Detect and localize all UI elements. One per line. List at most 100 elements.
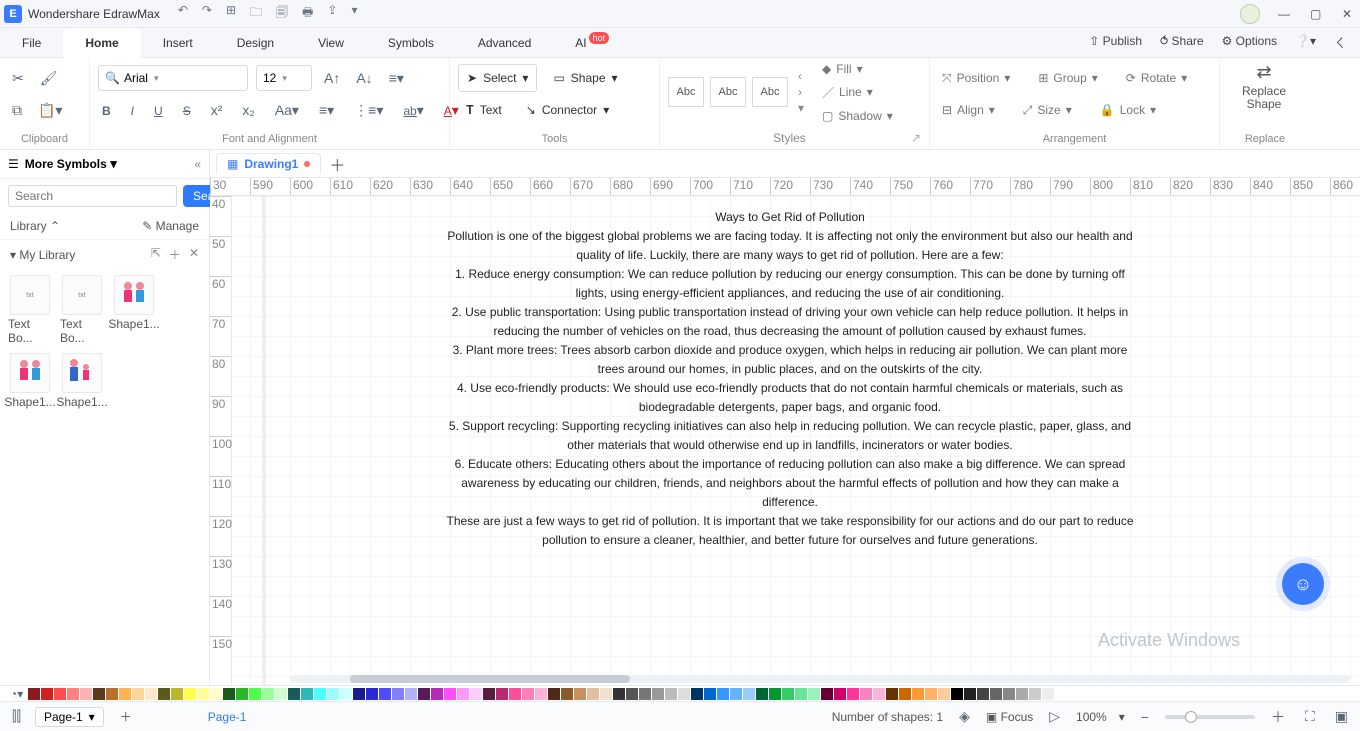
color-swatch[interactable] [704,688,716,700]
color-swatch[interactable] [990,688,1002,700]
lib-item-text2[interactable]: txtText Bo... [60,275,104,345]
subscript-icon[interactable]: x₂ [238,100,258,120]
collapse-ribbon-icon[interactable]: ㄑ [1334,34,1346,51]
color-swatch[interactable] [938,688,950,700]
color-swatch[interactable] [743,688,755,700]
color-swatch[interactable] [821,688,833,700]
tab-home[interactable]: Home [63,28,140,58]
style-more-icon[interactable]: ▾ [798,101,804,115]
tab-advanced[interactable]: Advanced [456,28,553,58]
color-swatch[interactable] [314,688,326,700]
size-button[interactable]: ⤢ Size▾ [1019,101,1076,120]
color-swatch[interactable] [210,688,222,700]
lib-add-icon[interactable]: ＋ [169,246,181,263]
open-icon[interactable]: 🗀 [250,3,262,24]
color-swatch[interactable] [288,688,300,700]
color-swatch[interactable] [106,688,118,700]
color-swatch[interactable] [93,688,105,700]
color-swatch[interactable] [41,688,53,700]
color-swatch[interactable] [392,688,404,700]
avatar[interactable] [1240,4,1260,24]
color-swatch[interactable] [626,688,638,700]
zoom-out-icon[interactable]: − [1137,707,1153,727]
color-swatch[interactable] [613,688,625,700]
active-page-label[interactable]: Page-1 [208,710,247,724]
color-swatch[interactable] [964,688,976,700]
maximize-button[interactable]: ▢ [1310,7,1324,21]
color-swatch[interactable] [54,688,66,700]
help-icon[interactable]: ❔▾ [1295,34,1316,51]
case-icon[interactable]: Aa▾ [271,100,303,121]
color-swatch[interactable] [80,688,92,700]
symbol-search-input[interactable] [8,185,177,207]
shadow-button[interactable]: ▢ Shadow▾ [818,107,897,125]
add-page-button[interactable]: ＋ [114,708,138,725]
lib-export-icon[interactable]: ⇱ [151,246,161,263]
save-icon[interactable]: 🗐 [276,3,288,24]
format-painter-icon[interactable]: 🖌 [36,68,62,89]
cut-icon[interactable]: ✂ [8,68,28,89]
canvas[interactable]: 405060708090100110120130140150 Ways to G… [210,196,1360,685]
select-tool[interactable]: ➤ Select ▾ [458,64,537,92]
color-swatch[interactable] [119,688,131,700]
color-swatch[interactable] [600,688,612,700]
sidebar-collapse-icon[interactable]: « [194,157,201,171]
color-swatch[interactable] [496,688,508,700]
color-swatch[interactable] [951,688,963,700]
position-button[interactable]: ⤧ Position▾ [938,69,1014,88]
layers-icon[interactable]: ◈ [955,706,974,727]
color-swatch[interactable] [327,688,339,700]
color-swatch[interactable] [366,688,378,700]
color-swatch[interactable] [353,688,365,700]
qat-more-icon[interactable]: ▾ [351,3,357,24]
line-button[interactable]: ／ Line▾ [818,82,897,103]
undo-icon[interactable]: ↶ [178,3,188,24]
color-swatch[interactable] [652,688,664,700]
highlight-icon[interactable]: ab▾ [399,100,427,121]
add-doc-tab[interactable]: ＋ [327,154,347,174]
close-button[interactable]: ✕ [1342,7,1356,21]
align-menu-icon[interactable]: ≡▾ [385,68,408,89]
superscript-icon[interactable]: x² [207,100,227,120]
lib-item-shape2[interactable]: Shape1... [8,353,52,409]
color-swatch[interactable] [197,688,209,700]
shape-tool[interactable]: ▭ Shape ▾ [545,64,625,92]
color-swatch[interactable] [405,688,417,700]
color-swatch[interactable] [886,688,898,700]
italic-icon[interactable]: I [127,100,138,120]
color-swatch[interactable] [457,688,469,700]
color-swatch[interactable] [379,688,391,700]
color-swatch[interactable] [639,688,651,700]
color-swatch[interactable] [691,688,703,700]
tab-symbols[interactable]: Symbols [366,28,456,58]
fit-page-icon[interactable]: ⛶ [1301,706,1319,727]
underline-icon[interactable]: U [150,100,167,120]
color-swatch[interactable] [1055,688,1067,700]
color-swatch[interactable] [509,688,521,700]
share-button[interactable]: ⥀ Share [1160,34,1204,51]
color-swatch[interactable] [262,688,274,700]
color-swatch[interactable] [340,688,352,700]
color-swatch[interactable] [730,688,742,700]
style-prev-icon[interactable]: ‹ [798,69,804,83]
tab-design[interactable]: Design [215,28,296,58]
text-tool[interactable]: 𝐓 Text [458,96,510,124]
minimize-button[interactable]: — [1278,7,1292,21]
print-icon[interactable]: 🖶 [302,3,313,24]
color-swatch[interactable] [548,688,560,700]
color-swatch[interactable] [67,688,79,700]
scrollbar-thumb[interactable] [350,675,630,683]
color-swatch[interactable] [275,688,287,700]
library-toggle[interactable]: Library ⌃ [10,219,60,233]
style-preset-1[interactable]: Abc [668,77,704,107]
tab-view[interactable]: View [296,28,366,58]
lib-item-shape1[interactable]: Shape1... [112,275,156,345]
replace-shape-button[interactable]: ⇄ Replace Shape [1228,62,1300,111]
color-swatch[interactable] [171,688,183,700]
color-swatch[interactable] [860,688,872,700]
color-swatch[interactable] [249,688,261,700]
color-swatch[interactable] [665,688,677,700]
color-swatch[interactable] [431,688,443,700]
color-swatch[interactable] [808,688,820,700]
color-swatch[interactable] [873,688,885,700]
